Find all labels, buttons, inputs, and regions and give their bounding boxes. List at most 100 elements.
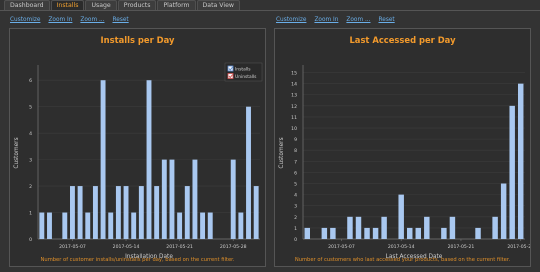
- bar: [192, 159, 198, 239]
- bar: [85, 212, 91, 239]
- y-tick-label: 2: [294, 215, 297, 221]
- tab-dashboard[interactable]: Dashboard: [4, 0, 50, 10]
- bar: [398, 194, 404, 239]
- tab-data-view[interactable]: Data View: [196, 0, 240, 10]
- bar: [381, 216, 387, 239]
- zoom-in-link[interactable]: Zoom In: [314, 17, 338, 23]
- tab-platform[interactable]: Platform: [157, 0, 196, 10]
- bar: [492, 216, 498, 239]
- installs-chart-panel: Installs per Day 0 1 2 3 4 5 6 2017-05-07 2017-0…: [9, 28, 266, 267]
- bar: [230, 159, 236, 239]
- bar: [415, 227, 422, 239]
- right-toolbar: Customize Zoom In Zoom ... Reset: [276, 17, 395, 23]
- chart-footer-note: Number of customer installs/uninstalls p…: [40, 257, 235, 263]
- y-tick-label: 6: [29, 78, 32, 84]
- y-tick-label: 0: [294, 237, 297, 243]
- bar: [47, 212, 52, 239]
- bar: [253, 186, 259, 239]
- bar: [364, 227, 370, 239]
- bar: [246, 106, 251, 239]
- y-tick-label: 10: [291, 126, 297, 132]
- chart-title: Last Accessed per Day: [349, 35, 456, 45]
- x-tick-label: 2017-05-14: [388, 244, 415, 250]
- tab-products[interactable]: Products: [117, 0, 157, 10]
- bar: [330, 227, 336, 239]
- bar: [347, 216, 353, 239]
- bar: [154, 186, 160, 239]
- bar: [500, 183, 507, 239]
- bar: [207, 212, 213, 239]
- y-tick-label: 7: [294, 159, 297, 165]
- legend-label: Uninstalls: [235, 74, 257, 80]
- x-tick-label: 2017-05-28: [220, 244, 247, 250]
- bar: [108, 212, 114, 239]
- bar: [372, 227, 379, 239]
- bar: [424, 216, 430, 239]
- reset-link[interactable]: Reset: [378, 17, 394, 23]
- y-tick-label: 3: [29, 158, 32, 164]
- x-tick-label: 2017-05-14: [113, 244, 140, 250]
- y-tick-label: 9: [294, 137, 297, 143]
- bar: [406, 227, 413, 239]
- y-tick-label: 4: [29, 131, 32, 137]
- bar: [169, 159, 175, 239]
- bar: [304, 227, 311, 239]
- x-tick-label: 2017-05-07: [328, 244, 355, 250]
- left-toolbar: Customize Zoom In Zoom ... Reset: [10, 17, 129, 23]
- x-tick-label: 2017-05-21: [448, 244, 475, 250]
- bar: [62, 212, 68, 239]
- legend-label: Installs: [235, 66, 251, 72]
- y-tick-label: 6: [294, 170, 297, 176]
- tab-divider: [0, 10, 540, 11]
- x-tick-label: 2017-05-28: [507, 244, 530, 250]
- bar: [449, 216, 456, 239]
- tab-installs[interactable]: Installs: [50, 0, 85, 10]
- zoom-menu-link[interactable]: Zoom ...: [80, 17, 104, 23]
- y-tick-label: 1: [29, 211, 32, 217]
- installs-chart: 0 1 2 3 4 5 6 2017-05-07 2017-05-14 2017-05-21 201…: [14, 62, 263, 260]
- y-tick-label: 5: [29, 105, 32, 111]
- bar: [200, 212, 206, 239]
- bar: [355, 216, 362, 239]
- bar: [77, 186, 83, 239]
- bar: [177, 212, 183, 239]
- bar: [138, 186, 144, 239]
- bar: [100, 80, 106, 239]
- bar: [131, 212, 137, 239]
- y-axis-label: Customers: [279, 137, 285, 168]
- chart-footer-note: Number of customers who last accessed yo…: [294, 257, 511, 263]
- y-tick-label: 11: [291, 115, 297, 121]
- bar: [509, 105, 515, 239]
- y-tick-label: 15: [291, 71, 297, 77]
- bar: [146, 80, 152, 239]
- bar: [69, 186, 75, 239]
- y-tick-label: 12: [291, 104, 297, 110]
- x-tick-label: 2017-05-21: [166, 244, 193, 250]
- reset-link[interactable]: Reset: [112, 17, 128, 23]
- y-tick-label: 14: [291, 82, 297, 88]
- y-tick-label: 4: [294, 193, 297, 199]
- tab-usage[interactable]: Usage: [85, 0, 117, 10]
- last-accessed-chart-panel: Last Accessed per Day 0 1 2 3 4 5 6 7 8 9 10 11 12 13…: [274, 28, 531, 267]
- bar: [321, 227, 328, 239]
- bar: [161, 159, 167, 239]
- y-tick-label: 0: [29, 237, 32, 243]
- bar: [441, 227, 447, 239]
- y-tick-label: 8: [294, 148, 297, 154]
- bar: [39, 212, 45, 239]
- zoom-menu-link[interactable]: Zoom ...: [346, 17, 370, 23]
- y-tick-label: 3: [294, 204, 297, 210]
- last-accessed-chart: 01234567891011121314152017-05-07 2017-05-…: [279, 65, 530, 260]
- y-axis-label: Customers: [14, 137, 20, 168]
- customize-link[interactable]: Customize: [276, 17, 306, 23]
- bar: [238, 212, 244, 239]
- bar: [115, 186, 121, 239]
- y-tick-label: 13: [291, 93, 297, 99]
- y-tick-label: 2: [29, 184, 32, 190]
- customize-link[interactable]: Customize: [10, 17, 40, 23]
- bar: [517, 83, 524, 239]
- zoom-in-link[interactable]: Zoom In: [48, 17, 72, 23]
- y-tick-label: 5: [294, 182, 297, 188]
- bar: [184, 186, 190, 239]
- x-tick-label: 2017-05-07: [59, 244, 86, 250]
